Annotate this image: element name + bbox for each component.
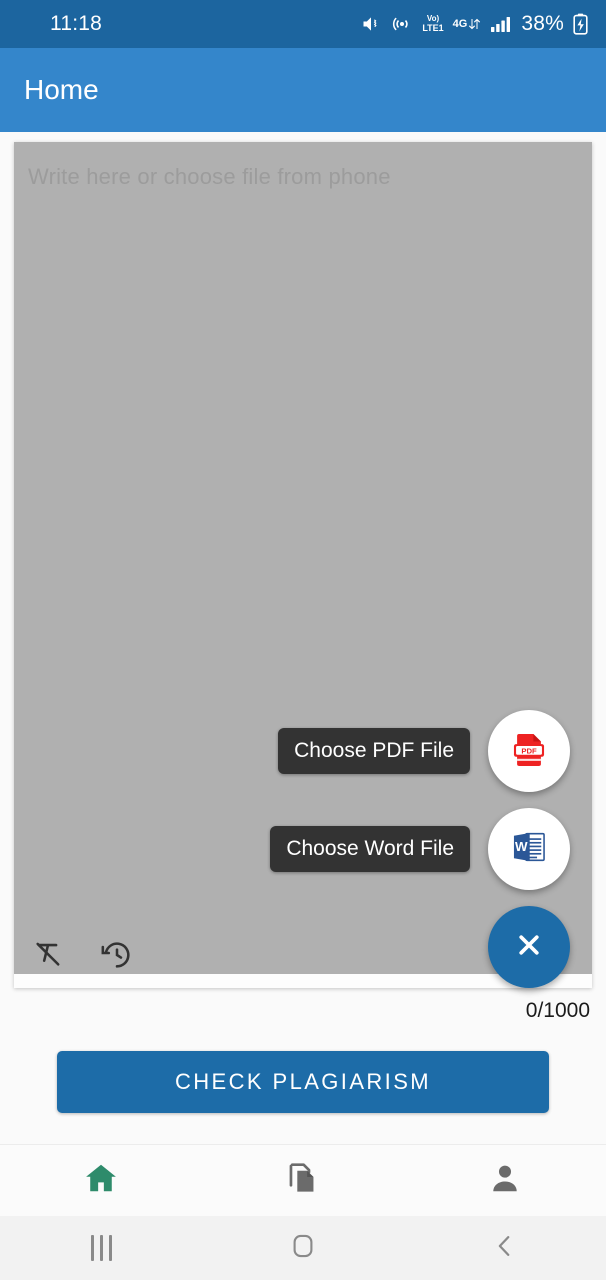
text-input-area[interactable]: Write here or choose file from phone Cho… [14,142,592,988]
page-title: Home [24,74,99,105]
app-bar: Home [0,48,606,132]
word-file-icon: W [508,826,550,873]
close-fab-button[interactable] [488,906,570,988]
nav-home[interactable] [0,1159,202,1202]
status-clock: 11:18 [50,12,102,35]
home-button[interactable] [202,1232,404,1265]
home-icon [82,1159,120,1202]
signal-bars-icon [490,15,512,33]
recents-icon [90,1235,112,1261]
nav-profile[interactable] [404,1159,606,1202]
primary-action-wrap: CHECK PLAGIARISM [0,1023,606,1113]
documents-icon [284,1159,322,1202]
home-square-icon [289,1232,317,1265]
fab-menu: Choose PDF File PDF Choose Word File W [270,710,570,988]
editor-placeholder: Write here or choose file from phone [28,164,391,189]
person-icon [486,1159,524,1202]
fab-item-word[interactable]: Choose Word File W [270,808,570,890]
hotspot-icon [391,13,413,35]
back-button[interactable] [404,1232,606,1265]
choose-word-file-button[interactable]: W [488,808,570,890]
battery-charging-icon [573,13,588,35]
check-plagiarism-button[interactable]: CHECK PLAGIARISM [57,1051,549,1113]
main-content: Write here or choose file from phone Cho… [0,132,606,1144]
recents-button[interactable] [0,1235,202,1261]
app-root: 11:18 Vo) LTE1 4G 38% Home Write here or… [0,0,606,1280]
bottom-navigation [0,1144,606,1216]
android-navigation-bar [0,1216,606,1280]
pdf-file-icon: PDF [508,728,550,775]
mute-icon [360,14,382,34]
editor-wrap: Write here or choose file from phone Cho… [14,142,592,988]
svg-text:PDF: PDF [521,746,537,755]
svg-text:W: W [515,839,528,854]
fab-label-word[interactable]: Choose Word File [270,826,470,872]
history-icon[interactable] [98,936,136,974]
battery-percent: 38% [521,12,564,35]
status-bar: 11:18 Vo) LTE1 4G 38% [0,0,606,48]
mobile-data-icon: 4G [453,16,482,32]
back-chevron-icon [491,1232,519,1265]
fab-item-close[interactable] [270,906,570,988]
editor-toolbar [30,936,136,974]
clear-formatting-icon[interactable] [30,936,68,974]
character-counter: 0/1000 [525,999,590,1022]
choose-pdf-file-button[interactable]: PDF [488,710,570,792]
close-icon [512,928,546,967]
nav-documents[interactable] [202,1159,404,1202]
fab-item-pdf[interactable]: Choose PDF File PDF [270,710,570,792]
fab-label-pdf[interactable]: Choose PDF File [278,728,470,774]
status-icons: Vo) LTE1 4G 38% [360,12,588,36]
volte-icon: Vo) LTE1 [422,14,444,33]
